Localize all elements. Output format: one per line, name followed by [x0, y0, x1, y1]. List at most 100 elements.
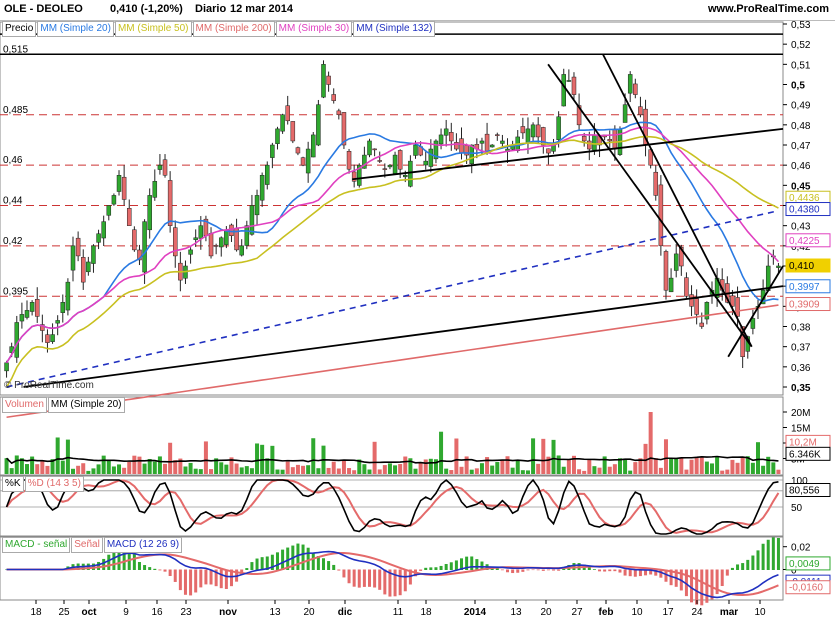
candle: [157, 164, 163, 170]
macd-hist-bar: [628, 569, 632, 577]
macd-hist-bar: [546, 569, 550, 571]
macd-hist-bar: [552, 569, 556, 571]
vol-sma-line: [5, 455, 779, 465]
x-tick-label: oct: [82, 607, 98, 618]
candle: [249, 205, 255, 235]
legend-macd-signal[interactable]: MACD - señal: [2, 537, 71, 553]
candle: [126, 208, 132, 226]
macd-hist-bar: [250, 562, 254, 570]
macd-hist-bar: [710, 569, 714, 600]
stoch-legend[interactable]: %K %D (14 3 5): [2, 476, 85, 492]
volume-bar: [531, 438, 536, 474]
macd-hist-bar: [311, 552, 315, 570]
y-tick-label: 0,35: [791, 383, 811, 394]
volume-bar: [628, 470, 633, 474]
legend-sma20[interactable]: MM (Simple 20): [37, 21, 114, 37]
macd-hist-bar: [500, 569, 504, 571]
volume-bar: [157, 456, 162, 474]
x-tick-label: 20: [540, 607, 552, 618]
volume-bar: [152, 461, 157, 474]
volume-bar: [40, 460, 45, 474]
legend-price[interactable]: Precio: [2, 21, 37, 37]
legend-d[interactable]: %D (14 3 5): [24, 476, 84, 492]
candle: [500, 140, 505, 144]
volume-bar: [244, 466, 249, 474]
candle: [254, 195, 260, 216]
macd-hist-bar: [720, 569, 724, 587]
volume-bar: [198, 469, 203, 474]
legend-sma30[interactable]: MM (Simple 30): [275, 21, 353, 37]
legend-sma132[interactable]: MM (Simple 132): [353, 21, 436, 37]
trend-line: [602, 53, 753, 348]
candle: [65, 281, 71, 311]
x-tick-label: 9: [123, 607, 129, 618]
candle: [111, 195, 117, 205]
macd-hist-bar: [327, 561, 331, 570]
candle: [484, 133, 490, 154]
level-label: 0,42: [3, 236, 23, 247]
candle: [259, 175, 265, 201]
macd-legend[interactable]: MACD - señal Señal MACD (12 26 9): [2, 537, 183, 553]
macd-hist-bar: [378, 569, 382, 590]
macd-hist-bar: [531, 569, 535, 571]
legend-vol-sma20[interactable]: MM (Simple 20): [47, 397, 125, 413]
volume-bar: [127, 461, 132, 474]
volume-bar: [469, 469, 474, 474]
legend-macd[interactable]: MACD (12 26 9): [103, 537, 183, 553]
macd-hist-bar: [598, 569, 602, 572]
volume-bar: [101, 455, 106, 474]
volume-legend[interactable]: Volumen MM (Simple 20): [2, 397, 126, 413]
volume-bar: [725, 469, 730, 474]
volume-bar: [352, 470, 357, 474]
volume-bar: [444, 468, 449, 474]
candle: [96, 233, 101, 243]
volume-bar: [679, 457, 684, 474]
volume-bar: [750, 462, 755, 474]
volume-bar: [674, 458, 679, 474]
legend-signal[interactable]: Señal: [71, 537, 103, 553]
macd-hist-bar: [725, 569, 729, 576]
volume-bar: [587, 459, 592, 474]
volume-bar: [704, 461, 709, 474]
level-label: 0,515: [3, 44, 28, 55]
legend-volume[interactable]: Volumen: [2, 397, 47, 413]
volume-bar: [60, 460, 65, 474]
price-box-label: 0,410: [789, 261, 814, 272]
macd-hist-bar: [224, 569, 228, 589]
candle: [75, 237, 81, 257]
legend-sma200[interactable]: MM (Simple 200): [192, 21, 275, 37]
volume-bar: [684, 469, 689, 474]
candle: [132, 229, 137, 251]
price-legend[interactable]: Precio MM (Simple 20) MM (Simple 50) MM (Si…: [2, 21, 436, 37]
legend-k[interactable]: %K: [2, 476, 24, 492]
macd-hist-bar: [746, 559, 750, 570]
legend-sma50[interactable]: MM (Simple 50): [114, 21, 192, 37]
candle: [735, 297, 740, 317]
volume-bar: [142, 463, 147, 474]
y-tick-label: 0,47: [791, 141, 811, 152]
candle: [397, 150, 403, 170]
volume-bar: [709, 463, 714, 474]
volume-bar: [561, 466, 566, 474]
level-label: 0,46: [3, 155, 23, 166]
macd-hist-bar: [357, 569, 361, 588]
x-tick-label: 27: [571, 607, 583, 618]
volume-bar: [607, 466, 612, 474]
volume-bar: [592, 466, 597, 474]
macd-hist-bar: [301, 544, 305, 570]
candle: [321, 64, 326, 98]
candle: [80, 257, 86, 283]
y-tick-label: 0,51: [791, 60, 811, 71]
volume-bar: [459, 466, 464, 474]
macd-hist-bar: [506, 569, 510, 573]
macd-hist-bar: [281, 549, 285, 570]
volume-bar: [86, 470, 91, 474]
volume-bar: [479, 463, 484, 474]
volume-bar: [55, 437, 60, 474]
macd-hist-bar: [367, 569, 371, 587]
vol-box-label: 10,2M: [789, 437, 817, 448]
volume-bar: [163, 463, 168, 474]
volume-bar: [398, 464, 403, 474]
candle: [587, 140, 592, 150]
volume-bar: [183, 466, 188, 474]
